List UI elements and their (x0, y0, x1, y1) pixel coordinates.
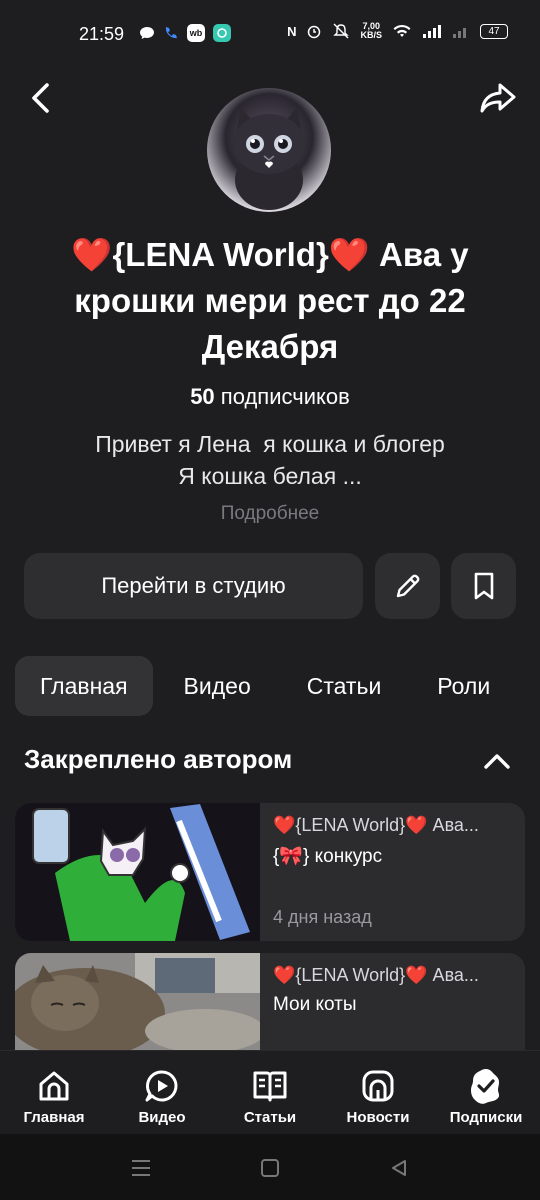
back-button[interactable] (18, 76, 62, 120)
pencil-icon (396, 574, 419, 598)
square-icon (261, 1159, 279, 1177)
tab-articles[interactable]: Статьи (282, 656, 407, 716)
nav-label: Новости (346, 1109, 410, 1126)
share-icon (480, 83, 516, 113)
cats-thumbnail (15, 953, 260, 1053)
signal-2-icon (453, 28, 466, 38)
subscribers-number: 50 (190, 384, 215, 409)
status-time: 21:59 (79, 24, 125, 44)
black-cat-avatar-icon (233, 108, 305, 210)
card-info: ❤️{LENA World}❤️ Ава... {🎀} конкурс (273, 815, 513, 868)
more-link[interactable]: Подробнее (0, 503, 540, 525)
collapse-button[interactable] (480, 744, 514, 778)
home-icon (35, 1067, 73, 1105)
pinned-card-my-cats[interactable]: ❤️{LENA World}❤️ Ава... Мои коты (15, 953, 525, 1053)
nav-label: Подписки (449, 1109, 523, 1126)
subscribers-count: 50 подписчиков (0, 384, 540, 410)
battery-icon: 47 (480, 23, 508, 39)
nav-video[interactable]: Видео (108, 1051, 216, 1134)
mute-icon (333, 23, 350, 39)
card-channel-name: ❤️{LENA World}❤️ Ава... (273, 965, 479, 985)
edit-button[interactable] (375, 553, 440, 619)
bookmark-button[interactable] (451, 553, 516, 619)
tab-home[interactable]: Главная (15, 656, 153, 716)
contest-thumbnail (15, 803, 260, 941)
chevron-left-icon (32, 83, 49, 113)
wb-app-icon: wb (187, 24, 205, 42)
bottom-navigation: Главная Видео Статьи Новости Подписки (0, 1050, 540, 1134)
video-icon (143, 1067, 181, 1105)
subscriptions-icon (467, 1067, 505, 1105)
description-line-1: Привет я Лена я кошка и блогер (95, 431, 445, 457)
signal-icon (423, 25, 441, 38)
articles-icon (251, 1067, 289, 1105)
nav-label: Статьи (243, 1109, 297, 1126)
channel-description: Привет я Лена я кошка и блогер Я кошка б… (0, 428, 540, 492)
nav-news[interactable]: Новости (324, 1051, 432, 1134)
home-system-button[interactable] (258, 1156, 282, 1180)
phone-icon (165, 27, 177, 39)
card-title: Мои коты (273, 994, 357, 1015)
card-title: {🎀} конкурс (273, 846, 383, 867)
system-icons: N 7,00 KB/S 47 (287, 22, 508, 40)
nav-articles[interactable]: Статьи (216, 1051, 324, 1134)
menu-icon (132, 1160, 150, 1176)
nav-home[interactable]: Главная (0, 1051, 108, 1134)
nfc-icon: N (287, 23, 297, 39)
channel-title: ❤️{LENA World}❤️ Ава у крошки мери рест … (71, 236, 469, 365)
recents-button[interactable] (129, 1156, 153, 1180)
card-channel-name: ❤️{LENA World}❤️ Ава... (273, 815, 479, 835)
messenger-app-icon (213, 24, 231, 42)
channel-tabs: Главная Видео Статьи Роли (15, 656, 521, 716)
speed-unit: KB/S (360, 30, 382, 40)
triangle-back-icon (392, 1160, 406, 1176)
status-bar: 21:59 wb N 7,00 KB/S 47 (0, 0, 540, 66)
nav-label: Главная (23, 1109, 85, 1126)
chevron-up-icon (484, 754, 510, 769)
channel-avatar[interactable] (207, 88, 331, 212)
wifi-icon (393, 24, 411, 37)
go-to-studio-button[interactable]: Перейти в студию (24, 553, 363, 619)
nav-subscriptions[interactable]: Подписки (432, 1051, 540, 1134)
card-time: 4 дня назад (273, 907, 372, 927)
chat-bubble-icon (140, 27, 154, 39)
system-navigation-bar (0, 1134, 540, 1200)
pinned-card-contest[interactable]: ❤️{LENA World}❤️ Ава... {🎀} конкурс 4 дн… (15, 803, 525, 941)
nav-label: Видео (138, 1109, 186, 1126)
news-icon (359, 1067, 397, 1105)
pinned-section-title: Закреплено автором (24, 744, 293, 774)
network-speed: 7,00 KB/S (360, 22, 382, 40)
notification-icons: wb (139, 24, 231, 42)
alarm-icon (308, 25, 321, 39)
tab-shorts[interactable]: Роли (412, 656, 515, 716)
subscribers-label: подписчиков (220, 384, 350, 409)
description-line-2: Я кошка белая ... (178, 463, 362, 489)
tab-video[interactable]: Видео (159, 656, 276, 716)
bookmark-icon (474, 572, 493, 600)
back-system-button[interactable] (387, 1156, 411, 1180)
card-info: ❤️{LENA World}❤️ Ава... Мои коты (273, 965, 513, 1016)
share-button[interactable] (476, 76, 520, 120)
